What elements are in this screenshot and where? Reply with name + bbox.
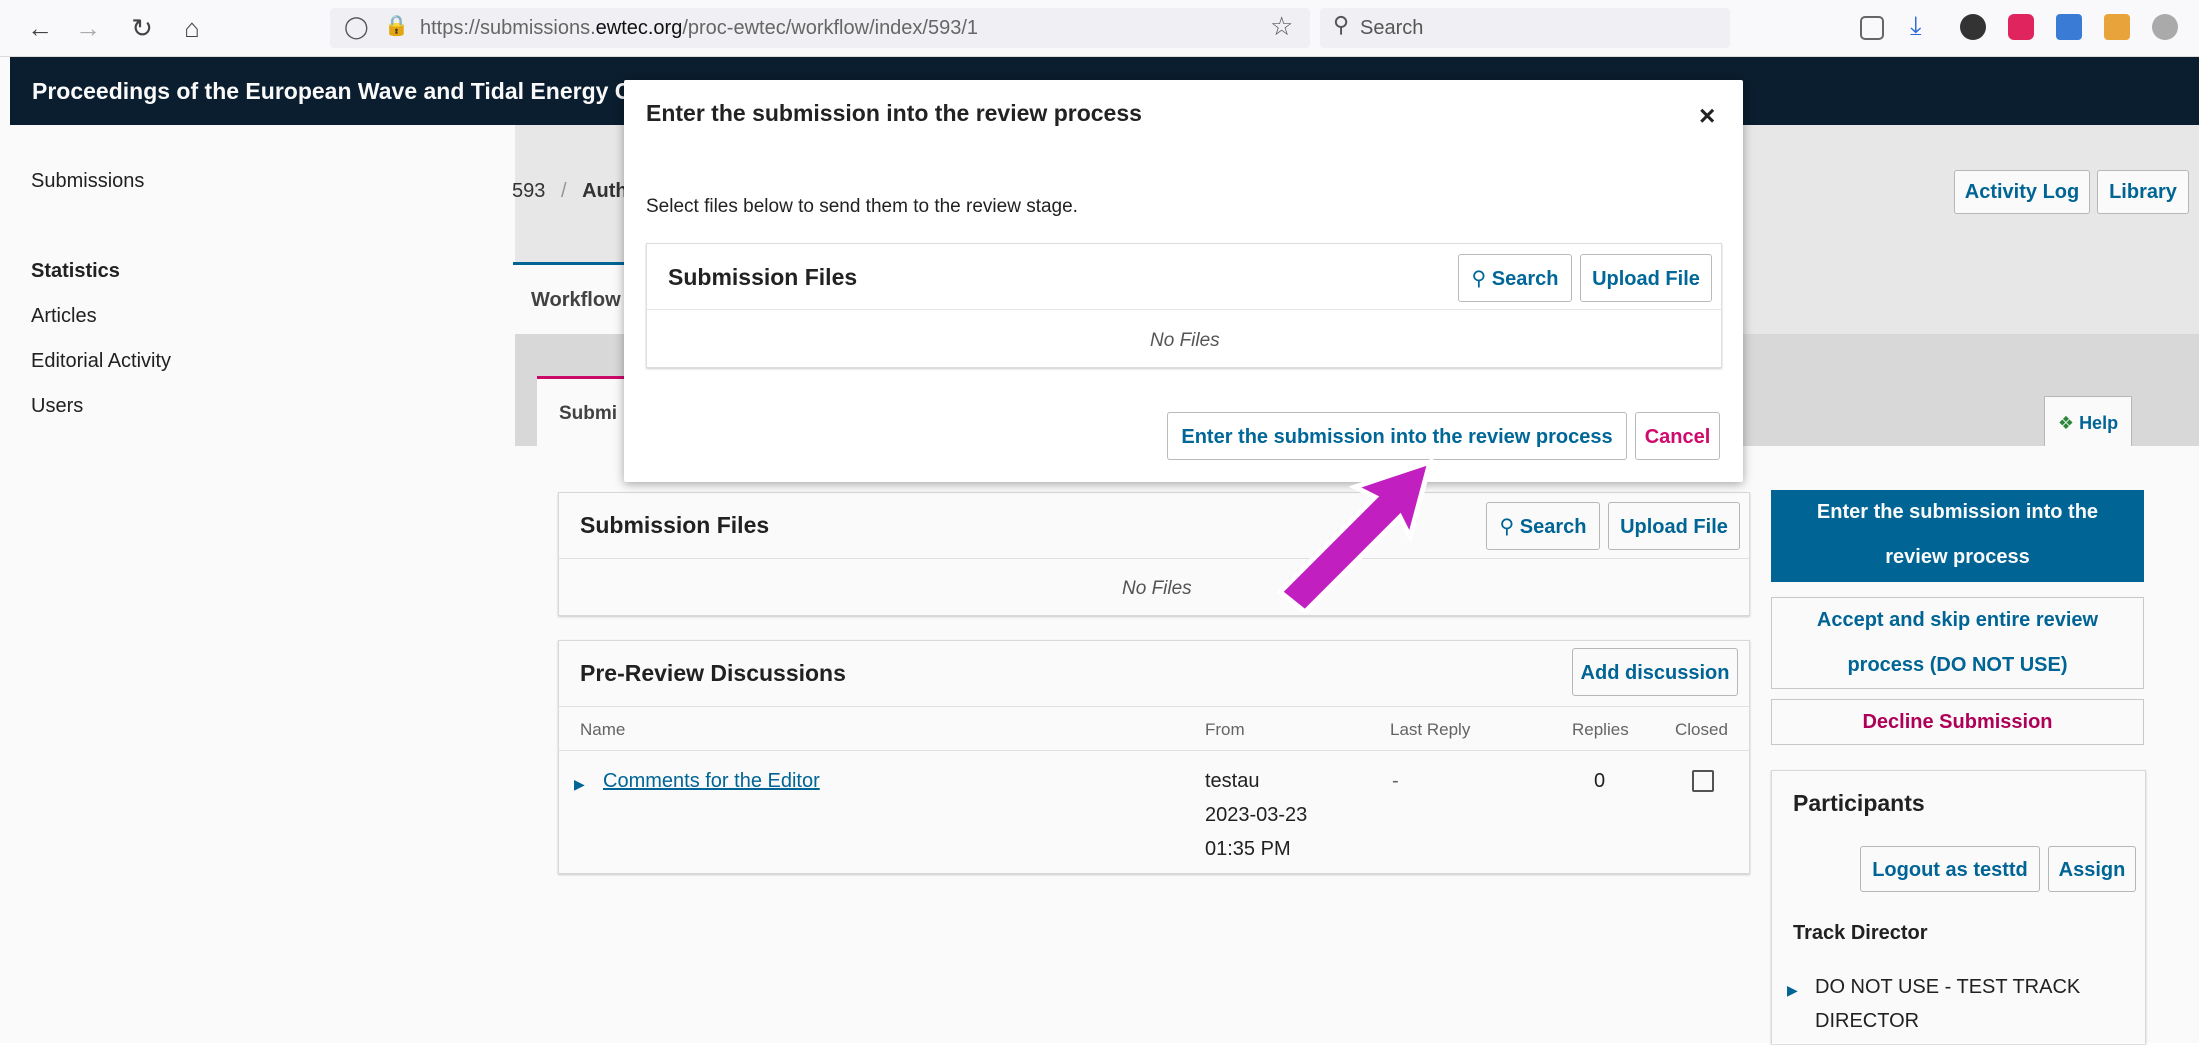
download-icon[interactable]: ⤓: [1910, 10, 1922, 42]
search-icon: ⚲: [1333, 12, 1350, 37]
modal-search-label: Search: [1491, 268, 1559, 290]
modal-empty-text: No Files: [1150, 330, 1220, 351]
search-icon: ⚲: [1471, 268, 1487, 290]
back-arrow-icon[interactable]: ←: [24, 12, 56, 44]
modal-files-title: Submission Files: [668, 264, 858, 290]
lock-icon[interactable]: 🔒: [384, 13, 409, 38]
close-icon[interactable]: ×: [1699, 100, 1715, 132]
pocket-icon[interactable]: [1860, 16, 1884, 40]
browser-search-placeholder: Search: [1360, 17, 1424, 39]
modal-description: Select files below to send them to the r…: [646, 196, 1078, 217]
url-text[interactable]: https://submissions.ewtec.org/proc-ewtec…: [420, 17, 978, 40]
shield-icon[interactable]: ◯: [344, 14, 369, 40]
annotation-arrow-icon: [1276, 458, 1434, 612]
url-domain: ewtec.org: [595, 17, 683, 39]
extension-folder-icon[interactable]: [2104, 14, 2130, 40]
settings-gear-icon[interactable]: [2152, 14, 2178, 40]
ublock-icon[interactable]: [2008, 14, 2034, 40]
home-icon[interactable]: ⌂: [176, 12, 208, 44]
reload-icon[interactable]: ↻: [126, 12, 158, 44]
modal-search-button[interactable]: ⚲ Search: [1458, 254, 1572, 302]
extension-dark-icon[interactable]: [1960, 14, 1986, 40]
modal-cancel-button[interactable]: Cancel: [1635, 412, 1720, 460]
new-extension-icon[interactable]: [2056, 14, 2082, 40]
bookmark-star-icon[interactable]: ☆: [1270, 11, 1293, 42]
modal-title: Enter the submission into the review pro…: [646, 100, 1142, 126]
modal-upload-button[interactable]: Upload File: [1580, 254, 1712, 302]
url-prefix: https://submissions.: [420, 17, 596, 39]
forward-arrow-icon[interactable]: →: [72, 12, 104, 44]
url-path: /proc-ewtec/workflow/index/593/1: [682, 17, 979, 39]
panel-divider: [646, 309, 1722, 310]
